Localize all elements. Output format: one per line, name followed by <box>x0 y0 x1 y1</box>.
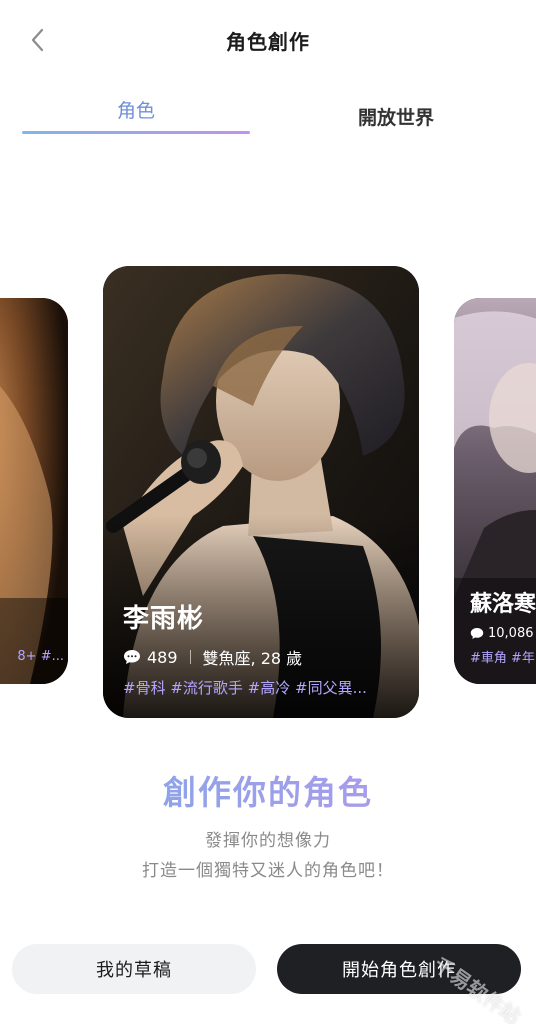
character-meta: 489 雙魚座, 28 歲 <box>123 645 407 669</box>
character-name: 李雨彬 <box>123 604 205 634</box>
character-meta-right: 10,086 <box>470 626 536 641</box>
character-tags: #骨科 #流行歌手 #高冷 #同父異... <box>123 679 367 697</box>
meta-divider <box>189 650 191 664</box>
headline: 創作你的角色 <box>0 766 536 814</box>
character-details: 雙魚座, 28 歲 <box>202 649 303 668</box>
chat-bubble-icon <box>470 628 484 639</box>
chat-count: 489 <box>147 647 178 667</box>
character-info-center: 李雨彬 489 雙魚座, 28 歲 #骨科 #流行歌手 #高冷 #同父異... <box>123 598 407 698</box>
character-card-left[interactable]: 8+ #... <box>0 298 68 684</box>
character-card-right[interactable]: 蘇洛寒 10,086 #車角 #年 <box>454 298 536 684</box>
character-portrait-left <box>0 298 68 684</box>
tab-open-world[interactable]: 開放世界 <box>282 103 510 130</box>
chat-count-right: 10,086 <box>488 626 534 641</box>
my-drafts-button[interactable]: 我的草稿 <box>12 944 256 994</box>
active-tab-indicator <box>22 131 250 134</box>
character-name-right: 蘇洛寒 <box>470 592 536 617</box>
character-tags-right: #車角 #年 <box>470 651 535 666</box>
character-card-center[interactable]: 李雨彬 489 雙魚座, 28 歲 #骨科 #流行歌手 #高冷 #同父異... <box>103 266 419 718</box>
role-creation-screen: 角色創作 角色 開放世界 8+ #... 李雨彬 489 雙魚座, 28 歲 #… <box>0 0 536 1024</box>
character-tags-left: 8+ #... <box>17 649 64 664</box>
subtitle-line-2: 打造一個獨特又迷人的角色吧！ <box>142 861 394 881</box>
subtitle-line-1: 發揮你的想像力 <box>205 831 331 851</box>
page-title: 角色創作 <box>226 30 310 54</box>
character-info-right: 蘇洛寒 10,086 #車角 #年 <box>470 586 536 666</box>
start-creation-button[interactable]: 開始角色創作 <box>277 944 521 994</box>
chat-bubble-icon <box>124 650 140 664</box>
tab-role[interactable]: 角色 <box>22 96 250 123</box>
